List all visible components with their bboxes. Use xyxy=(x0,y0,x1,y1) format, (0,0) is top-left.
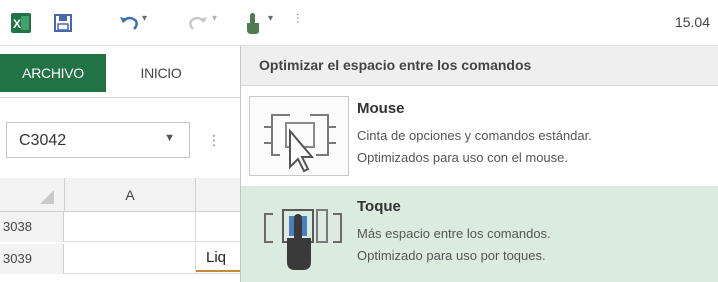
menu-item-description: Más espacio entre los comandos. xyxy=(357,226,551,241)
menu-item-mouse[interactable]: Mouse Cinta de opciones y comandos están… xyxy=(241,88,718,184)
name-box[interactable]: C3042 ▼ xyxy=(6,122,190,158)
svg-text:X: X xyxy=(13,17,21,31)
name-box-value: C3042 xyxy=(19,132,67,149)
column-header-row: A xyxy=(0,178,240,212)
chevron-down-icon[interactable]: ▼ xyxy=(164,132,175,144)
menu-header: Optimizar el espacio entre los comandos xyxy=(241,46,718,86)
formula-bar-grip-icon[interactable]: ⋮ xyxy=(207,132,221,149)
row-header[interactable]: 3039 xyxy=(0,244,64,274)
menu-item-description: Optimizado para uso por toques. xyxy=(357,248,546,263)
table-row: 3038 xyxy=(0,212,240,242)
mouse-mode-icon xyxy=(249,96,349,176)
undo-dropdown-icon[interactable]: ▾ xyxy=(142,13,147,24)
time-display: 15.04 xyxy=(674,14,710,30)
menu-item-title: Mouse xyxy=(357,100,405,117)
touch-mode-dropdown-icon[interactable]: ▾ xyxy=(268,13,273,24)
customize-qat-icon[interactable]: ⫶ xyxy=(296,11,299,27)
undo-icon[interactable] xyxy=(116,10,142,36)
tab-archivo[interactable]: ARCHIVO xyxy=(0,54,106,92)
table-row: 3039 Liq xyxy=(0,244,240,274)
redo-icon[interactable] xyxy=(186,10,210,36)
menu-item-description: Optimizados para uso con el mouse. xyxy=(357,150,568,165)
touch-mode-icon xyxy=(249,194,349,274)
excel-logo-icon[interactable]: X xyxy=(8,10,34,36)
cell-highlight-border xyxy=(196,270,240,272)
menu-item-title: Toque xyxy=(357,198,401,215)
tab-inicio[interactable]: INICIO xyxy=(121,54,201,92)
column-header-a[interactable]: A xyxy=(64,178,196,212)
spreadsheet-grid: A 3038 3039 Liq xyxy=(0,178,240,282)
cell[interactable] xyxy=(64,212,196,242)
menu-item-toque[interactable]: Toque Más espacio entre los comandos. Op… xyxy=(241,186,718,282)
touch-mode-icon[interactable] xyxy=(240,10,266,36)
quick-access-toolbar: X ▾ ▾ ▾ ⫶ 15.04 xyxy=(0,0,718,46)
formula-bar-area: C3042 ▼ ⋮ xyxy=(0,98,240,178)
menu-item-description: Cinta de opciones y comandos estándar. xyxy=(357,128,592,143)
row-header[interactable]: 3038 xyxy=(0,212,64,242)
cell[interactable]: Liq xyxy=(206,249,226,266)
ribbon-tabs: ARCHIVO INICIO xyxy=(0,46,240,98)
redo-dropdown-icon[interactable]: ▾ xyxy=(212,13,217,24)
cell[interactable] xyxy=(64,244,196,274)
touch-mouse-mode-menu: Optimizar el espacio entre los comandos … xyxy=(240,46,718,282)
select-all-corner[interactable] xyxy=(40,190,54,204)
save-icon[interactable] xyxy=(50,10,76,36)
